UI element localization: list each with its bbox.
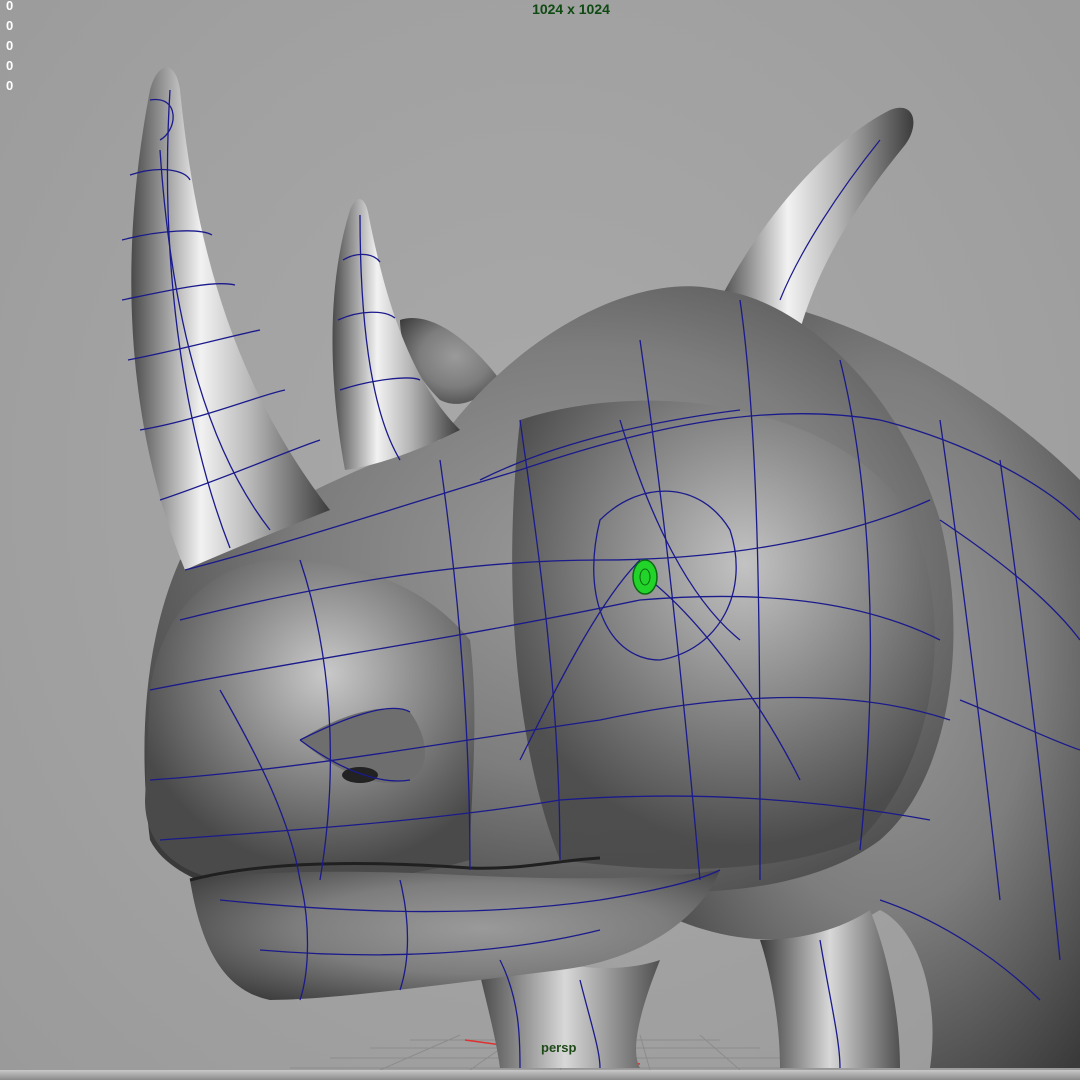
rhino-model-render[interactable] [0, 0, 1080, 1080]
horn-front [131, 67, 330, 570]
camera-name-label: persp [541, 1040, 577, 1055]
maya-viewport[interactable]: 0 0 0 0 0 1024 x 1024 persp [0, 0, 1080, 1080]
nostril-hole [342, 767, 378, 783]
viewport-bottom-edge [0, 1070, 1080, 1080]
rhino-snout [145, 560, 475, 884]
selected-eye [632, 559, 658, 595]
